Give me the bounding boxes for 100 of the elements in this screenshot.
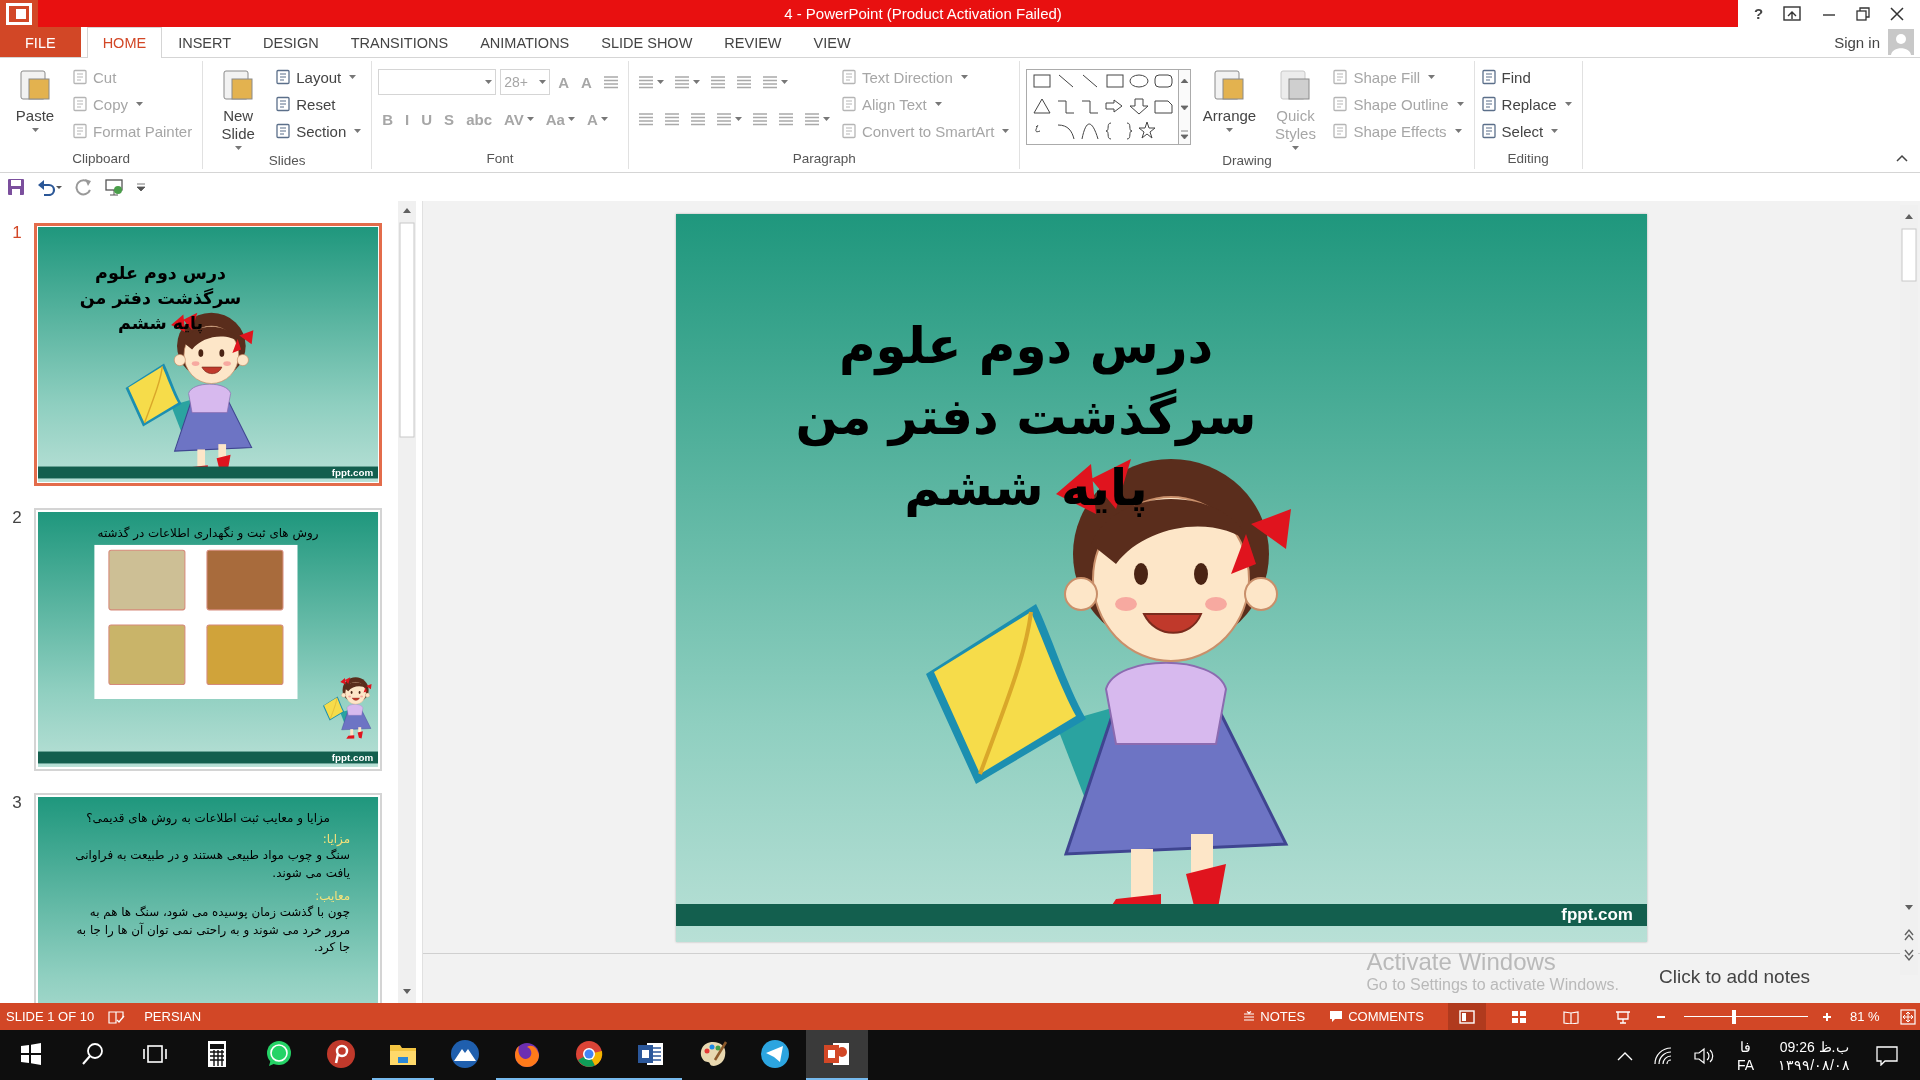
- slide-title: درس دوم علوم: [95, 262, 227, 285]
- ribbon-button[interactable]: Arrange: [1200, 65, 1259, 133]
- shapes-gallery[interactable]: [1026, 69, 1193, 146]
- slider-thumb[interactable]: [1731, 1009, 1736, 1024]
- slide-title: سرگذشت دفتر من: [79, 286, 242, 310]
- notes-field[interactable]: Click to add notes: [1658, 966, 1810, 988]
- slide-thumbnail[interactable]: [34, 793, 382, 1003]
- group-label: Slides: [268, 152, 306, 168]
- comments-button[interactable]: COMMENTS: [1329, 1009, 1424, 1024]
- chevron-up-icon[interactable]: [1617, 1050, 1634, 1061]
- girl-with-book-drawing: [321, 676, 373, 740]
- zoom-in-icon[interactable]: [1822, 1011, 1832, 1022]
- ribbon-tab[interactable]: HOME: [86, 27, 163, 58]
- ribbon-tab[interactable]: TRANSITIONS: [334, 27, 465, 57]
- wifi-icon[interactable]: [1653, 1046, 1674, 1065]
- ribbon-button[interactable]: Layout: [275, 65, 366, 89]
- ribbon-button[interactable]: Find: [1480, 65, 1576, 89]
- caret-icon: [1564, 101, 1572, 107]
- format-button[interactable]: A: [582, 110, 612, 128]
- ribbon-tab[interactable]: VIEW: [797, 27, 867, 57]
- view-button[interactable]: [1448, 1003, 1486, 1030]
- caret-icon: [822, 116, 830, 122]
- ribbon-button[interactable]: Replace: [1480, 92, 1576, 116]
- document-icon: [72, 96, 88, 112]
- caret-icon: [349, 74, 357, 80]
- group-label: Paragraph: [792, 150, 856, 166]
- ribbon-tab[interactable]: REVIEW: [708, 27, 798, 57]
- taskbar-button[interactable]: [806, 1030, 868, 1080]
- notes-icon: [1243, 1010, 1256, 1023]
- powerpoint-logo-icon: [4, 0, 34, 27]
- collapse-ribbon-icon[interactable]: [1896, 154, 1908, 162]
- sign-in-link[interactable]: Sign in: [1826, 27, 1888, 57]
- lines-icon: [709, 75, 726, 89]
- scrollbar[interactable]: [398, 201, 416, 1003]
- window-title: 4 - PowerPoint (Product Activation Failed): [784, 5, 1062, 22]
- slide-sorter-icon: [1511, 1009, 1527, 1024]
- caret-icon: [656, 79, 664, 85]
- format-button[interactable]: AV: [500, 110, 538, 128]
- help-button[interactable]: ?: [1754, 5, 1764, 22]
- ribbon-button[interactable]: Select: [1480, 119, 1576, 143]
- slide-title: سرگذشت دفتر من: [795, 387, 1257, 449]
- format-button[interactable]: B: [378, 110, 398, 128]
- paper-plane-icon: [759, 1038, 791, 1070]
- restore-icon[interactable]: [1855, 6, 1870, 21]
- slide-number: 1: [11, 223, 23, 243]
- document-icon: [840, 123, 857, 139]
- slide-title: درس دوم علوم: [838, 316, 1214, 378]
- clock[interactable]: ب.ظ 09:26 ۱۳۹۹/۰۸/۰۸: [1766, 1030, 1862, 1080]
- lines-icon: [602, 75, 619, 89]
- format-button[interactable]: A: [577, 73, 596, 91]
- close-icon[interactable]: [1889, 6, 1904, 21]
- spelling-check-icon[interactable]: [108, 1009, 127, 1024]
- lines-icon: [673, 75, 690, 89]
- ribbon-button[interactable]: Section: [275, 119, 366, 143]
- font-name-field[interactable]: [378, 69, 497, 95]
- document-icon: [72, 69, 88, 85]
- caret-icon: [934, 101, 942, 107]
- caret-icon: [526, 116, 534, 122]
- notification-icon[interactable]: [1876, 1045, 1898, 1066]
- file-tab[interactable]: FILE: [0, 27, 81, 57]
- notes-button[interactable]: NOTES: [1243, 1009, 1306, 1024]
- customize-caret-icon[interactable]: [137, 183, 145, 191]
- group-label: Editing: [1507, 150, 1549, 166]
- comment-icon: [1329, 1010, 1344, 1023]
- fit-to-window-icon[interactable]: [1900, 1008, 1916, 1025]
- group-label: Clipboard: [72, 150, 130, 166]
- zoom-level[interactable]: 81 %: [1850, 1009, 1886, 1024]
- group-label: Font: [486, 150, 514, 166]
- caret-icon: [485, 79, 493, 85]
- caret-icon: [960, 74, 968, 80]
- format-button[interactable]: U: [417, 110, 437, 128]
- ribbon-tab[interactable]: INSERT: [162, 27, 248, 57]
- presentation-icon[interactable]: [105, 178, 125, 196]
- ribbon-button[interactable]: Reset: [275, 92, 366, 116]
- lines-icon: [689, 112, 706, 126]
- ribbon-tab[interactable]: SLIDE SHOW: [585, 27, 709, 57]
- format-button[interactable]: Aa: [541, 110, 579, 128]
- slide-number: 3: [11, 793, 23, 813]
- language-indicator[interactable]: PERSIAN: [144, 1009, 202, 1024]
- save-icon[interactable]: [7, 178, 25, 196]
- format-button[interactable]: A: [554, 73, 574, 91]
- caret-icon: [31, 128, 39, 133]
- ribbon-tab[interactable]: ANIMATIONS: [464, 27, 586, 57]
- caret-icon: [567, 116, 575, 122]
- format-button[interactable]: I: [401, 110, 414, 128]
- document-icon: [275, 96, 292, 112]
- ribbon-button[interactable]: Paste: [6, 65, 64, 133]
- caret-icon: [1454, 128, 1462, 134]
- ribbon-button[interactable]: New Slide: [209, 65, 268, 151]
- undo-icon[interactable]: [37, 178, 63, 196]
- ribbon-tab[interactable]: DESIGN: [247, 27, 335, 57]
- speaker-icon[interactable]: [1693, 1046, 1716, 1065]
- reading-view-icon: [1563, 1009, 1579, 1024]
- footer-text: fppt.com: [331, 751, 374, 764]
- lines-icon: [777, 112, 794, 126]
- font-size-field[interactable]: 28+: [500, 69, 551, 95]
- format-button[interactable]: S: [440, 110, 459, 128]
- format-button[interactable]: abc: [462, 110, 496, 128]
- ribbon-display-options-icon[interactable]: [1783, 5, 1802, 22]
- redo-icon[interactable]: [75, 178, 93, 196]
